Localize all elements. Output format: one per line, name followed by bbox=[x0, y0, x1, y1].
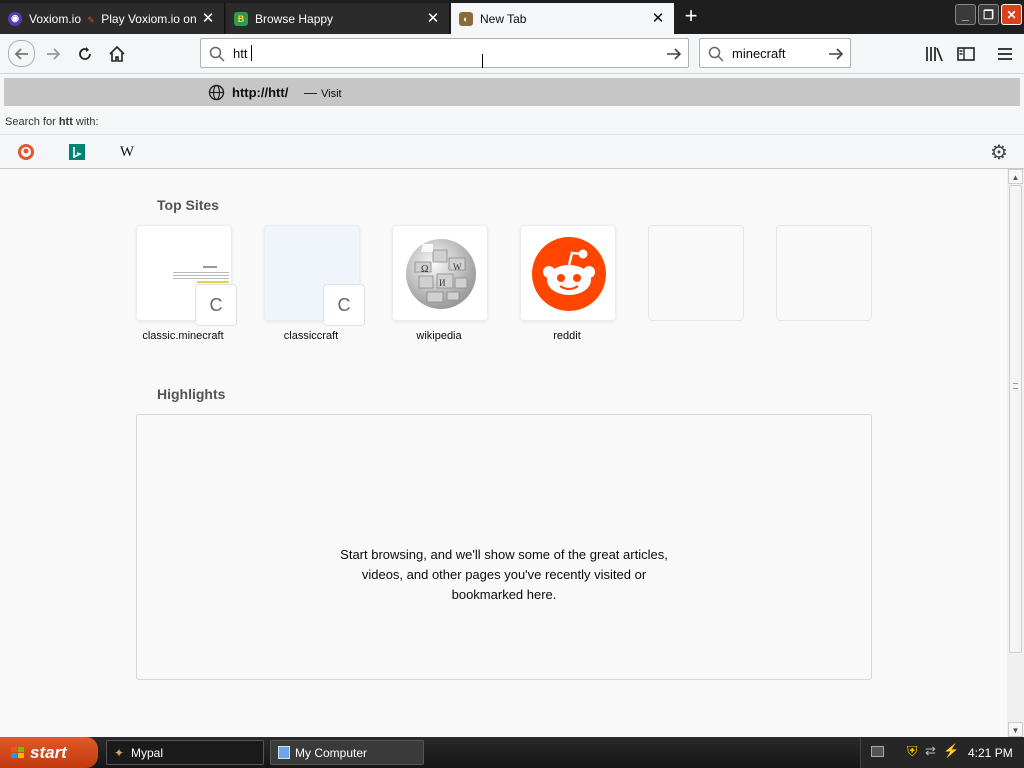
minimize-button[interactable]: _ bbox=[955, 4, 976, 25]
tab-browse-happy[interactable]: B Browse Happy ✕ bbox=[226, 3, 450, 34]
search-input[interactable]: minecraft bbox=[732, 46, 785, 61]
reload-button[interactable] bbox=[73, 42, 97, 66]
top-site-label[interactable]: wikipedia bbox=[384, 330, 494, 342]
forward-button[interactable] bbox=[41, 42, 65, 66]
start-button[interactable]: start bbox=[0, 737, 98, 768]
close-icon[interactable]: ✕ bbox=[425, 10, 441, 27]
top-site-tile[interactable]: C bbox=[136, 225, 237, 326]
top-site-label[interactable]: reddit bbox=[512, 330, 622, 342]
menu-button[interactable] bbox=[993, 42, 1017, 66]
forward-arrow-icon bbox=[47, 48, 61, 60]
back-button[interactable] bbox=[8, 40, 35, 67]
windows-taskbar: start ✦ Mypal My Computer ⛨ ⇄ ⚡ 4:21 PM bbox=[0, 737, 1024, 768]
reddit-icon bbox=[532, 237, 606, 311]
security-shield-icon[interactable]: ⛨ bbox=[907, 743, 918, 760]
highlights-title: Highlights bbox=[157, 386, 226, 402]
tab-subtitle: Play Voxiom.io on Cr bbox=[101, 11, 200, 26]
wikipedia-globe-icon: Ω W И bbox=[406, 239, 476, 309]
network-icon[interactable]: ⇄ bbox=[925, 743, 936, 759]
gear-icon: ⚙ bbox=[990, 141, 1008, 164]
suggestion-url: http://htt/ bbox=[232, 85, 289, 100]
sidebar-button[interactable] bbox=[954, 42, 978, 66]
site-letter-badge: C bbox=[195, 284, 237, 326]
close-icon[interactable]: ✕ bbox=[200, 10, 216, 27]
sidebar-icon bbox=[957, 47, 975, 61]
globe-icon bbox=[208, 84, 225, 101]
reload-icon bbox=[79, 47, 91, 60]
go-arrow-icon[interactable] bbox=[828, 46, 844, 62]
site-letter-badge: C bbox=[323, 284, 365, 326]
svg-text:W: W bbox=[453, 262, 462, 272]
top-site-label[interactable]: classiccraft bbox=[256, 330, 366, 342]
tab-voxiom[interactable]: ◉ Voxiom.io ✎ Play Voxiom.io on Cr ✕ bbox=[0, 3, 225, 34]
computer-icon bbox=[278, 746, 290, 759]
new-tab-page: Top Sites C classic.minecraft C classicc… bbox=[0, 169, 1007, 737]
search-for-label: Search for htt with: bbox=[5, 116, 99, 128]
navigation-toolbar: htt minecraft bbox=[0, 34, 1024, 74]
top-site-tile[interactable]: C bbox=[264, 225, 365, 326]
top-site-tile[interactable]: Ω W И bbox=[392, 225, 488, 321]
wikipedia-icon: W bbox=[119, 143, 135, 160]
tab-title: Browse Happy bbox=[255, 11, 334, 26]
taskbar-item-my-computer[interactable]: My Computer bbox=[270, 740, 424, 765]
firefox-icon: ◐ bbox=[459, 11, 473, 26]
suggestion-row[interactable]: http://htt/ — Visit bbox=[4, 78, 1020, 106]
one-off-search-engines: W ⚙ bbox=[0, 134, 1024, 169]
url-autocomplete-popup: http://htt/ — Visit Search for htt with:… bbox=[0, 74, 1024, 169]
empty-top-site-slot bbox=[648, 225, 744, 321]
keyboard-icon[interactable] bbox=[871, 746, 884, 757]
go-arrow-icon[interactable] bbox=[666, 46, 682, 62]
text-cursor-icon bbox=[482, 54, 488, 68]
windows-flag-icon bbox=[11, 747, 24, 758]
svg-text:И: И bbox=[439, 278, 446, 288]
taskbar-item-mypal[interactable]: ✦ Mypal bbox=[106, 740, 264, 765]
bing-icon bbox=[69, 144, 85, 160]
search-icon bbox=[708, 46, 724, 62]
search-icon bbox=[209, 46, 225, 62]
text-caret bbox=[251, 45, 252, 61]
tab-new-tab[interactable]: ◐ New Tab ✕ bbox=[451, 3, 674, 34]
suggestion-action: Visit bbox=[321, 88, 342, 100]
scroll-up-icon[interactable]: ▲ bbox=[1008, 169, 1023, 184]
highlights-empty-state: Start browsing, and we'll show some of t… bbox=[136, 414, 872, 680]
search-settings-button[interactable]: ⚙ bbox=[988, 141, 1010, 164]
library-button[interactable] bbox=[922, 42, 946, 66]
suggestion-dash: — bbox=[304, 85, 317, 100]
duckduckgo-button[interactable] bbox=[15, 141, 37, 163]
library-icon bbox=[926, 47, 943, 62]
scroll-down-icon[interactable]: ▼ bbox=[1008, 722, 1023, 737]
power-icon[interactable]: ⚡ bbox=[943, 743, 959, 759]
url-bar[interactable]: htt bbox=[200, 38, 689, 68]
top-sites-title: Top Sites bbox=[157, 197, 219, 213]
top-site-tile[interactable] bbox=[520, 225, 616, 321]
new-tab-button[interactable]: + bbox=[680, 5, 702, 28]
duckduckgo-icon bbox=[18, 144, 34, 160]
url-input[interactable]: htt bbox=[233, 46, 247, 61]
restore-button[interactable]: ❐ bbox=[978, 4, 999, 25]
home-icon bbox=[109, 45, 125, 62]
svg-text:Ω: Ω bbox=[421, 264, 428, 275]
search-bar[interactable]: minecraft bbox=[699, 38, 851, 68]
voxiom-icon: ◉ bbox=[8, 11, 22, 26]
highlights-empty-message: Start browsing, and we'll show some of t… bbox=[340, 547, 668, 602]
close-window-button[interactable]: ✕ bbox=[1001, 4, 1022, 25]
close-icon[interactable]: ✕ bbox=[650, 10, 666, 27]
vertical-scrollbar[interactable]: ▲ ▼ bbox=[1007, 169, 1024, 737]
clock[interactable]: 4:21 PM bbox=[968, 746, 1013, 760]
browsehappy-icon: B bbox=[234, 11, 248, 26]
tab-title: Voxiom.io bbox=[29, 11, 82, 26]
top-site-label[interactable]: classic.minecraft bbox=[128, 330, 238, 342]
wikipedia-button[interactable]: W bbox=[116, 141, 138, 163]
tab-strip: ◉ Voxiom.io ✎ Play Voxiom.io on Cr ✕ B B… bbox=[0, 0, 1024, 34]
empty-top-site-slot bbox=[776, 225, 872, 321]
bing-button[interactable] bbox=[66, 141, 88, 163]
mypal-icon: ✦ bbox=[114, 746, 125, 760]
scrollbar-thumb[interactable] bbox=[1009, 185, 1022, 653]
tab-title: New Tab bbox=[480, 11, 527, 26]
hamburger-menu-icon bbox=[998, 48, 1012, 60]
home-button[interactable] bbox=[105, 42, 129, 66]
back-arrow-icon bbox=[14, 47, 28, 60]
